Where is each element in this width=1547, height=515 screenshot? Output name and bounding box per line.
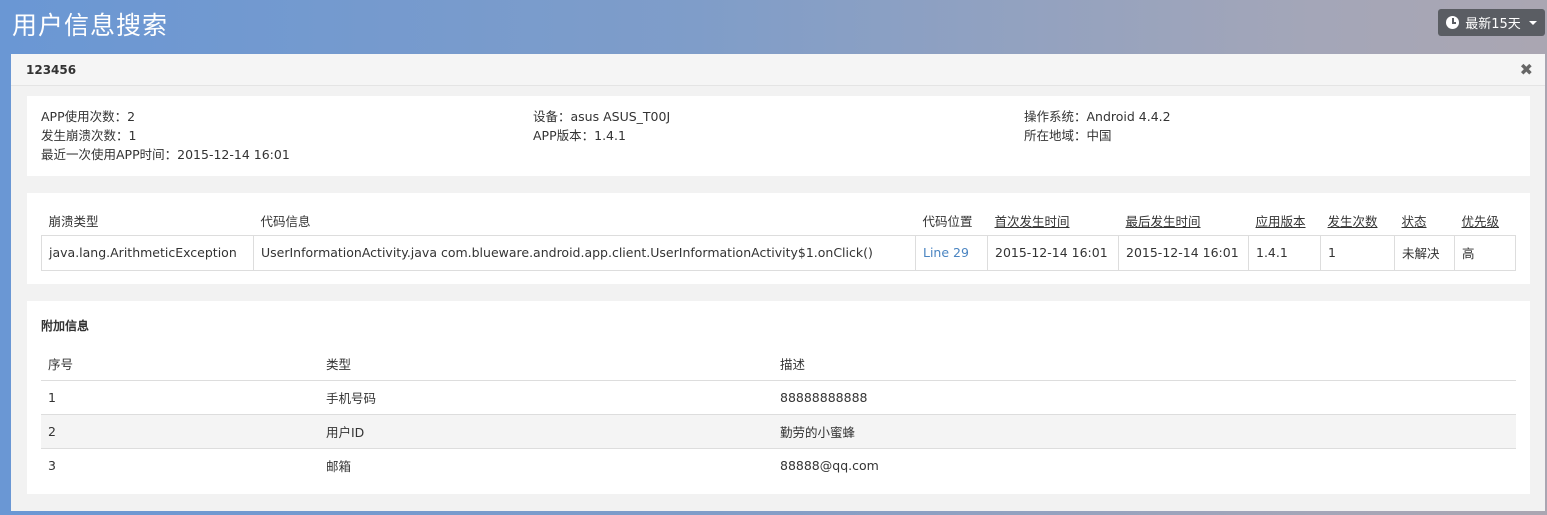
extra-info-card: 附加信息 序号 类型 描述 1 手机号码 88888888888 2 用户ID <box>27 301 1530 494</box>
row-description: 勤劳的小蜜蜂 <box>773 414 1516 449</box>
caret-down-icon <box>1528 20 1537 25</box>
user-summary-card: APP使用次数：2 发生崩溃次数：1 最近一次使用APP时间：2015-12-1… <box>27 96 1530 176</box>
occurrences: 1 <box>1320 234 1395 271</box>
row-description: 88888@qq.com <box>780 457 879 473</box>
user-detail-panel: 123456 ✖ APP使用次数：2 发生崩溃次数：1 最近一次使用APP时间：… <box>11 54 1545 511</box>
page-header: 用户信息搜索 最新15天 <box>0 0 1547 54</box>
col-first-time-sort[interactable]: 首次发生时间 <box>988 207 1119 235</box>
region-info: 所在地域：中国 <box>1024 128 1112 143</box>
col-index: 序号 <box>41 348 319 381</box>
col-occurrences-sort[interactable]: 发生次数 <box>1321 207 1395 235</box>
crash-count: 发生崩溃次数：1 <box>41 128 137 143</box>
panel-title: 123456 <box>26 63 77 77</box>
last-use-time: 最近一次使用APP时间：2015-12-14 16:01 <box>41 147 290 162</box>
crash-card: 崩溃类型 代码信息 代码位置 首次发生时间 最后发生时间 应用版本 发生次数 状… <box>27 193 1530 284</box>
last-time: 2015-12-14 16:01 <box>1118 234 1249 271</box>
extra-table-header: 序号 类型 描述 <box>41 348 1516 381</box>
status: 未解决 <box>1394 234 1455 271</box>
col-status-sort[interactable]: 状态 <box>1395 207 1455 235</box>
table-row: 1 手机号码 88888888888 <box>41 380 1516 415</box>
row-index: 2 <box>41 414 319 449</box>
crash-table: 崩溃类型 代码信息 代码位置 首次发生时间 最后发生时间 应用版本 发生次数 状… <box>41 207 1516 271</box>
row-type: 邮箱 <box>326 458 352 474</box>
table-row: 2 用户ID 勤劳的小蜜蜂 <box>41 414 1516 449</box>
clock-icon <box>1446 16 1460 29</box>
summary-column-system: 操作系统：Android 4.4.2 所在地域：中国 <box>1024 107 1171 145</box>
col-code-location: 代码位置 <box>922 214 973 230</box>
app-version: 1.4.1 <box>1248 234 1321 271</box>
crash-type: java.lang.ArithmeticException <box>41 234 254 271</box>
table-row: 3 邮箱 88888@qq.com <box>41 448 1516 482</box>
code-info: UserInformationActivity.java com.bluewar… <box>253 234 916 271</box>
app-use-count: APP使用次数：2 <box>41 109 136 124</box>
extra-info-title: 附加信息 <box>41 319 90 333</box>
page-title: 用户信息搜索 <box>12 11 169 40</box>
device-info: 设备：asus ASUS_T00J <box>533 109 671 124</box>
table-row: java.lang.ArithmeticException UserInform… <box>41 234 1516 271</box>
extra-info-table: 序号 类型 描述 1 手机号码 88888888888 2 用户ID 勤劳的小蜜… <box>41 348 1516 482</box>
row-description: 88888888888 <box>773 380 1516 415</box>
os-info: 操作系统：Android 4.4.2 <box>1024 109 1171 124</box>
code-location-link[interactable]: Line 29 <box>923 245 969 260</box>
crash-table-header: 崩溃类型 代码信息 代码位置 首次发生时间 最后发生时间 应用版本 发生次数 状… <box>42 207 1516 235</box>
row-type: 手机号码 <box>319 380 773 415</box>
priority: 高 <box>1454 234 1516 271</box>
col-code-info: 代码信息 <box>260 214 311 230</box>
first-time: 2015-12-14 16:01 <box>987 234 1119 271</box>
col-description: 描述 <box>773 348 1516 381</box>
col-priority-sort[interactable]: 优先级 <box>1455 207 1516 235</box>
row-index: 1 <box>41 380 319 415</box>
panel-header: 123456 ✖ <box>11 54 1545 86</box>
date-range-dropdown[interactable]: 最新15天 <box>1438 9 1545 36</box>
summary-column-usage: APP使用次数：2 发生崩溃次数：1 最近一次使用APP时间：2015-12-1… <box>41 107 290 164</box>
close-icon[interactable]: ✖ <box>1520 60 1533 79</box>
row-type: 用户ID <box>319 414 773 449</box>
summary-column-device: 设备：asus ASUS_T00J APP版本：1.4.1 <box>533 107 670 145</box>
col-last-time-sort[interactable]: 最后发生时间 <box>1119 207 1249 235</box>
col-type: 类型 <box>319 348 773 381</box>
app-version-info: APP版本：1.4.1 <box>533 128 626 143</box>
row-index: 3 <box>48 457 56 473</box>
col-app-version-sort[interactable]: 应用版本 <box>1249 207 1321 235</box>
date-range-label: 最新15天 <box>1465 17 1521 32</box>
col-crash-type: 崩溃类型 <box>48 214 99 230</box>
